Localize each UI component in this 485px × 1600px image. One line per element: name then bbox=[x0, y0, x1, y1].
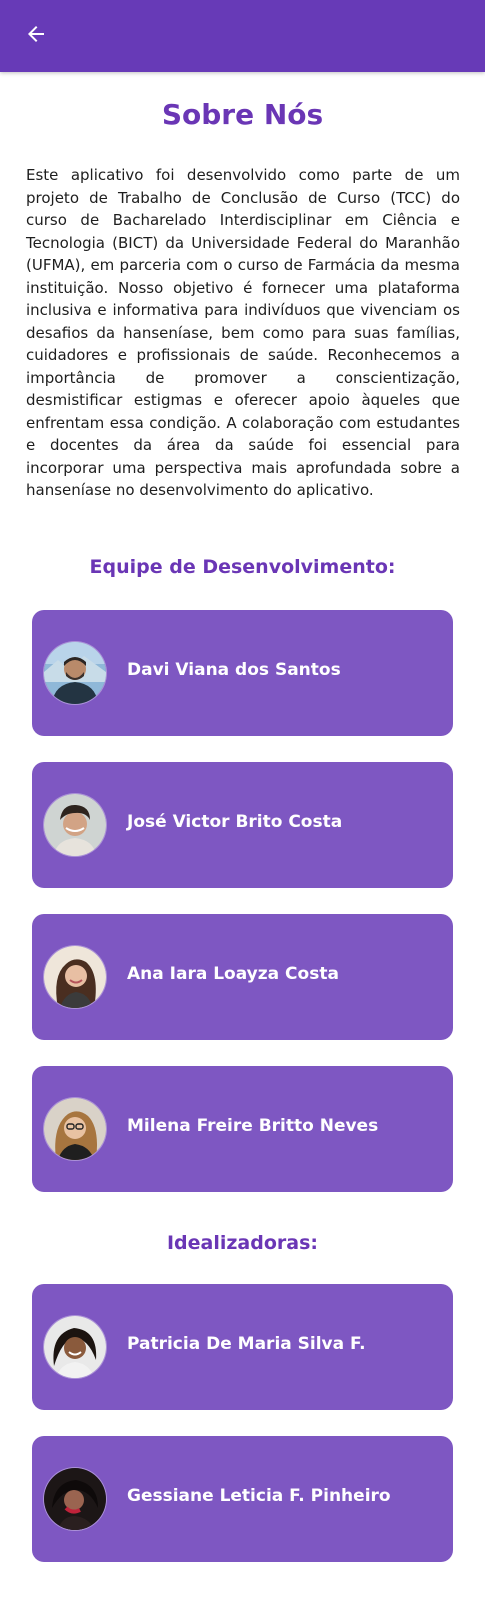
development-team-heading: Equipe de Desenvolvimento: bbox=[89, 556, 396, 578]
member-name: Patricia De Maria Silva F. bbox=[127, 1334, 366, 1354]
member-name: Gessiane Leticia F. Pinheiro bbox=[127, 1486, 391, 1506]
member-name: José Victor Brito Costa bbox=[127, 812, 343, 832]
back-button[interactable] bbox=[20, 20, 52, 52]
app-bar bbox=[0, 0, 485, 72]
page-title: Sobre Nós bbox=[161, 98, 324, 131]
intro-paragraph: Este aplicativo foi desenvolvido como pa… bbox=[26, 166, 460, 499]
avatar bbox=[44, 1316, 106, 1378]
member-card-ana[interactable]: Ana Iara Loayza Costa bbox=[32, 914, 453, 1040]
idealizers-heading: Idealizadoras: bbox=[166, 1232, 319, 1254]
avatar bbox=[44, 1468, 106, 1530]
member-card-milena[interactable]: Milena Freire Britto Neves bbox=[32, 1066, 453, 1192]
member-card-patricia[interactable]: Patricia De Maria Silva F. bbox=[32, 1284, 453, 1410]
member-name: Davi Viana dos Santos bbox=[127, 660, 341, 680]
avatar bbox=[44, 794, 106, 856]
avatar bbox=[44, 1098, 106, 1160]
member-name: Ana Iara Loayza Costa bbox=[127, 964, 339, 984]
member-card-jose[interactable]: José Victor Brito Costa bbox=[32, 762, 453, 888]
member-card-gessiane[interactable]: Gessiane Leticia F. Pinheiro bbox=[32, 1436, 453, 1562]
member-card-davi[interactable]: Davi Viana dos Santos bbox=[32, 610, 453, 736]
avatar bbox=[44, 946, 106, 1008]
arrow-left-icon bbox=[24, 22, 48, 50]
member-name: Milena Freire Britto Neves bbox=[127, 1116, 379, 1136]
avatar bbox=[44, 642, 106, 704]
